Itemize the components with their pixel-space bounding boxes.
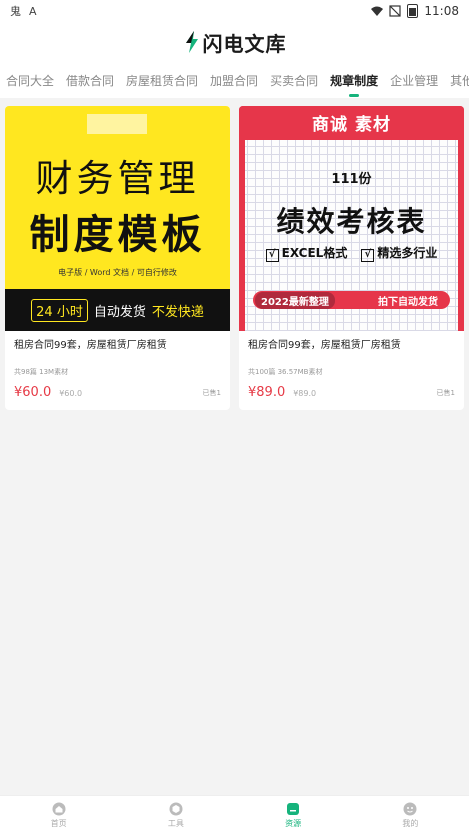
cover-features: √ EXCEL格式 √ 精选多行业 xyxy=(239,244,464,262)
product-card[interactable]: 商诚 素材 111份 绩效考核表 √ EXCEL格式 √ 精选多行业 2022最新整… xyxy=(239,106,464,410)
cover-feature: √ EXCEL格式 xyxy=(265,244,347,262)
status-time: 11:08 xyxy=(424,4,459,18)
cover-banner-right: 拍下自动发货 xyxy=(378,296,438,308)
nav-home-label: 首页 xyxy=(50,819,67,828)
app-title-text: 闪电文库 xyxy=(202,31,287,56)
product-meta: 共98篇 13M素材 xyxy=(14,368,69,376)
cover-count: 111份 xyxy=(331,172,372,187)
nav-profile-label: 我的 xyxy=(402,819,419,828)
wifi-icon xyxy=(371,6,384,16)
checkbox-icon: √ xyxy=(361,249,375,262)
tab-regulations[interactable]: 规章制度 xyxy=(324,62,384,98)
cover-bottom-text-2: 不发快递 xyxy=(151,304,204,320)
price-row: ¥89.0 ¥89.0 已售1 xyxy=(248,385,455,400)
nav-resources[interactable]: 资源 xyxy=(235,796,352,835)
original-price: ¥60.0 xyxy=(59,389,83,398)
product-meta: 共100篇 36.57MB素材 xyxy=(248,368,323,376)
no-signal-icon xyxy=(389,5,402,17)
product-grid: 财务管理 制度模板 电子版 / Word 文档 / 可自行修改 24 小时 自动… xyxy=(5,106,464,410)
tab-other-templates[interactable]: 其他模板 xyxy=(444,62,469,98)
tab-contracts[interactable]: 合同大全 xyxy=(0,62,60,98)
tab-loan-contracts[interactable]: 借款合同 xyxy=(60,62,120,98)
cover-blank-box xyxy=(87,114,147,134)
notification-icon: 鬼 xyxy=(10,5,21,18)
nav-resources-label: 资源 xyxy=(285,819,302,828)
cover-feature: √ 精选多行业 xyxy=(361,244,437,262)
tab-franchise-contracts[interactable]: 加盟合同 xyxy=(204,62,264,98)
checkbox-icon: √ xyxy=(265,249,279,262)
bottom-nav: 首页 工具 资源 我的 xyxy=(0,795,469,835)
cube-icon xyxy=(169,802,183,816)
original-price: ¥89.0 xyxy=(293,389,317,398)
app-title: 闪电文库 xyxy=(183,28,287,57)
status-bar: 鬼 A 11:08 xyxy=(0,0,469,22)
notification-icon-2: A xyxy=(29,4,37,18)
product-price: ¥60.0 xyxy=(14,385,52,400)
profile-icon xyxy=(403,802,417,816)
tab-enterprise-management[interactable]: 企业管理 xyxy=(384,62,444,98)
tab-lease-contracts[interactable]: 房屋租赁合同 xyxy=(120,62,204,98)
price-row: ¥60.0 ¥60.0 已售1 xyxy=(14,385,221,400)
product-cover-image: 财务管理 制度模板 电子版 / Word 文档 / 可自行修改 24 小时 自动… xyxy=(5,106,230,331)
status-right: 11:08 xyxy=(371,4,459,18)
cover-title-line1: 财务管理 xyxy=(35,157,200,200)
product-title: 租房合同99套，房屋租赁厂房租赁 xyxy=(14,340,167,351)
file-icon xyxy=(287,803,300,815)
product-price: ¥89.0 xyxy=(248,385,286,400)
app-header: 闪电文库 xyxy=(0,22,469,62)
lightning-logo-icon xyxy=(185,31,198,53)
cover-main-title: 绩效考核表 xyxy=(276,205,427,238)
product-card[interactable]: 财务管理 制度模板 电子版 / Word 文档 / 可自行修改 24 小时 自动… xyxy=(5,106,230,410)
product-info: 租房合同99套，房屋租赁厂房租赁 共100篇 36.57MB素材 ¥89.0 ¥… xyxy=(239,331,464,410)
cover-badge: 24 小时 xyxy=(31,298,88,322)
cover-bottom-banner: 2022最新整理 拍下自动发货 xyxy=(253,291,450,309)
cover-bottom-text: 自动发货 xyxy=(93,304,146,320)
nav-tools-label: 工具 xyxy=(167,819,184,828)
product-info: 租房合同99套，房屋租赁厂房租赁 共98篇 13M素材 ¥60.0 ¥60.0 … xyxy=(5,331,230,410)
product-cover-image: 商诚 素材 111份 绩效考核表 √ EXCEL格式 √ 精选多行业 2022最新整… xyxy=(239,106,464,331)
battery-icon xyxy=(407,4,419,18)
product-title: 租房合同99套，房屋租赁厂房租赁 xyxy=(248,340,401,351)
nav-home[interactable]: 首页 xyxy=(0,796,117,835)
cover-subtitle: 电子版 / Word 文档 / 可自行修改 xyxy=(58,268,177,277)
sold-count: 已售1 xyxy=(202,389,221,397)
sold-count: 已售1 xyxy=(436,389,455,397)
category-tabs: 合同大全 借款合同 房屋租赁合同 加盟合同 买卖合同 规章制度 企业管理 其他模… xyxy=(0,62,469,98)
cover-title-line2: 制度模板 xyxy=(29,212,206,258)
nav-tools[interactable]: 工具 xyxy=(117,796,234,835)
cover-banner-left: 2022最新整理 xyxy=(255,291,335,309)
tab-sales-contracts[interactable]: 买卖合同 xyxy=(264,62,324,98)
cover-brand-title: 商诚 素材 xyxy=(312,115,391,135)
home-icon xyxy=(52,802,66,816)
cover-bottom-bar: 24 小时 自动发货 不发快递 xyxy=(5,289,230,331)
status-left-icons: 鬼 A xyxy=(10,3,37,19)
nav-profile[interactable]: 我的 xyxy=(352,796,469,835)
